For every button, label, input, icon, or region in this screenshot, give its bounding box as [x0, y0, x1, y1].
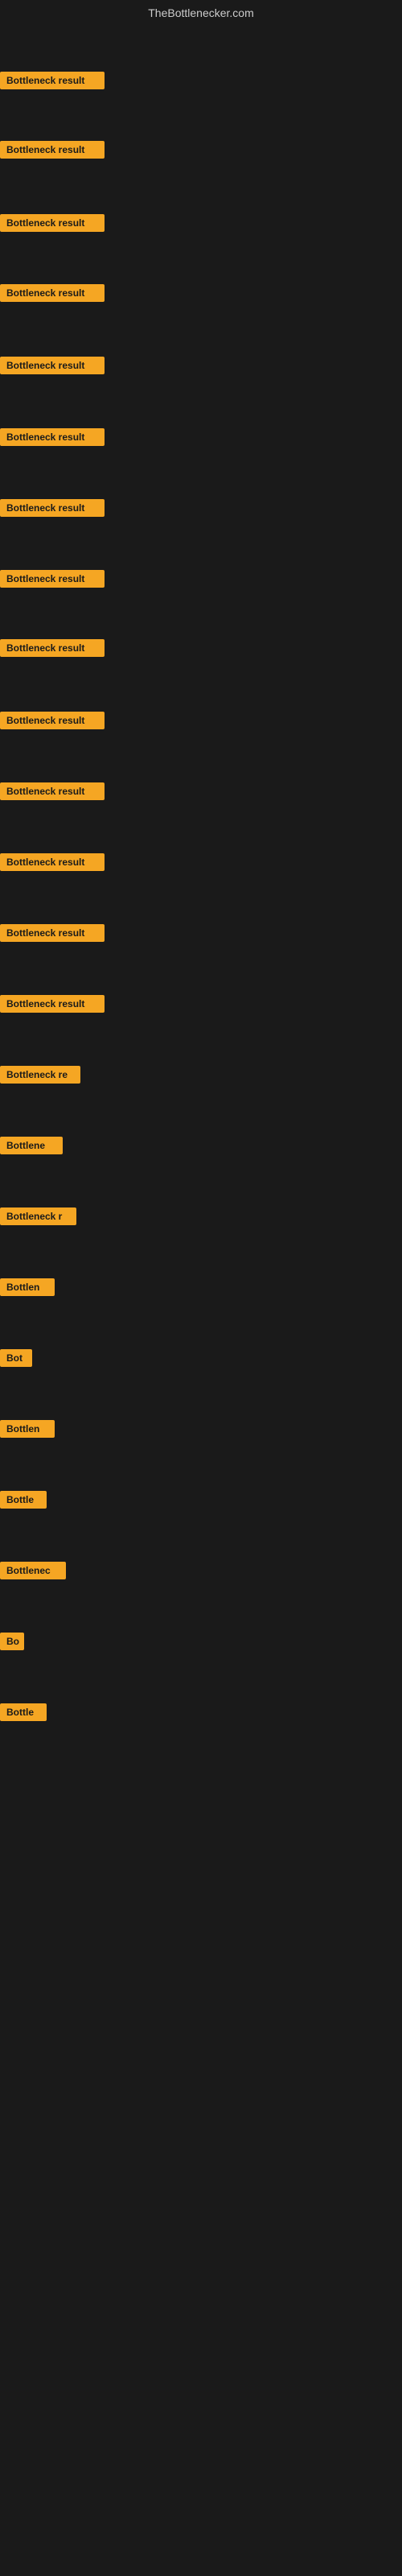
- bottleneck-badge-label-6: Bottleneck result: [0, 428, 105, 446]
- bottleneck-badge-label-17: Bottleneck r: [0, 1208, 76, 1225]
- bottleneck-badge-label-19: Bot: [0, 1349, 32, 1367]
- site-title: TheBottlenecker.com: [0, 0, 402, 26]
- bottleneck-badge-23[interactable]: Bo: [0, 1633, 24, 1654]
- bottleneck-badge-22[interactable]: Bottlenec: [0, 1562, 66, 1583]
- bottleneck-badge-label-8: Bottleneck result: [0, 570, 105, 588]
- bottleneck-badge-20[interactable]: Bottlen: [0, 1420, 55, 1442]
- bottleneck-badge-label-9: Bottleneck result: [0, 639, 105, 657]
- bottleneck-badge-4[interactable]: Bottleneck result: [0, 284, 105, 306]
- bottleneck-badge-label-22: Bottlenec: [0, 1562, 66, 1579]
- bottleneck-badge-label-15: Bottleneck re: [0, 1066, 80, 1084]
- bottleneck-badge-2[interactable]: Bottleneck result: [0, 141, 105, 163]
- bottleneck-badge-6[interactable]: Bottleneck result: [0, 428, 105, 450]
- bottleneck-badge-label-12: Bottleneck result: [0, 853, 105, 871]
- bottleneck-badge-11[interactable]: Bottleneck result: [0, 782, 105, 804]
- bottleneck-badge-label-16: Bottlene: [0, 1137, 63, 1154]
- bottleneck-badge-label-14: Bottleneck result: [0, 995, 105, 1013]
- bottleneck-badge-16[interactable]: Bottlene: [0, 1137, 63, 1158]
- bottleneck-badge-12[interactable]: Bottleneck result: [0, 853, 105, 875]
- bottleneck-badge-label-7: Bottleneck result: [0, 499, 105, 517]
- bottleneck-badge-label-23: Bo: [0, 1633, 24, 1650]
- bottleneck-badge-label-1: Bottleneck result: [0, 72, 105, 89]
- bottleneck-badge-3[interactable]: Bottleneck result: [0, 214, 105, 236]
- bottleneck-badge-label-3: Bottleneck result: [0, 214, 105, 232]
- bottleneck-badge-label-18: Bottlen: [0, 1278, 55, 1296]
- bottleneck-badge-label-4: Bottleneck result: [0, 284, 105, 302]
- bottleneck-badge-label-2: Bottleneck result: [0, 141, 105, 159]
- bottleneck-badge-10[interactable]: Bottleneck result: [0, 712, 105, 733]
- bottleneck-badge-15[interactable]: Bottleneck re: [0, 1066, 80, 1088]
- bottleneck-badge-label-10: Bottleneck result: [0, 712, 105, 729]
- bottleneck-badge-17[interactable]: Bottleneck r: [0, 1208, 76, 1229]
- bottleneck-badge-13[interactable]: Bottleneck result: [0, 924, 105, 946]
- bottleneck-badge-14[interactable]: Bottleneck result: [0, 995, 105, 1017]
- bottleneck-badge-label-5: Bottleneck result: [0, 357, 105, 374]
- bottleneck-badge-18[interactable]: Bottlen: [0, 1278, 55, 1300]
- bottleneck-badge-label-24: Bottle: [0, 1703, 47, 1721]
- bottleneck-badge-9[interactable]: Bottleneck result: [0, 639, 105, 661]
- bottleneck-badge-21[interactable]: Bottle: [0, 1491, 47, 1513]
- bottleneck-badge-1[interactable]: Bottleneck result: [0, 72, 105, 93]
- bottleneck-badge-label-13: Bottleneck result: [0, 924, 105, 942]
- bottleneck-badge-24[interactable]: Bottle: [0, 1703, 47, 1725]
- bottleneck-badge-8[interactable]: Bottleneck result: [0, 570, 105, 592]
- bottleneck-badge-19[interactable]: Bot: [0, 1349, 32, 1371]
- bottleneck-badge-label-11: Bottleneck result: [0, 782, 105, 800]
- bottleneck-badge-label-21: Bottle: [0, 1491, 47, 1509]
- bottleneck-badge-5[interactable]: Bottleneck result: [0, 357, 105, 378]
- bottleneck-badge-7[interactable]: Bottleneck result: [0, 499, 105, 521]
- bottleneck-badge-label-20: Bottlen: [0, 1420, 55, 1438]
